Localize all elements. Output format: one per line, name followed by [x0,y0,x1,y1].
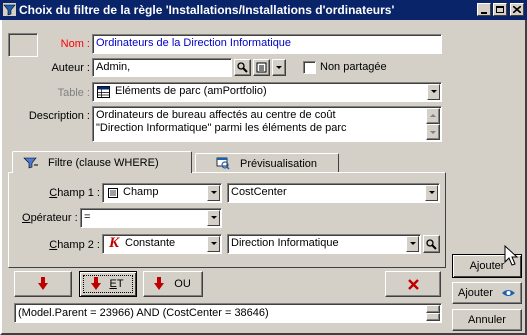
minimize-icon[interactable] [477,3,491,16]
chevron-down-icon[interactable] [427,84,440,100]
where-clause-text: (Model.Parent = 23966) AND (CostCenter =… [18,307,269,319]
chevron-down-icon[interactable] [425,185,438,201]
description-line-2: "Direction Informatique" parmi les éléme… [96,122,347,134]
title-bar[interactable]: Choix du filtre de la règle 'Installatio… [0,0,527,20]
close-icon[interactable] [510,3,524,16]
maximize-icon[interactable] [493,3,507,16]
tab-filter[interactable]: Filtre (clause WHERE) [12,151,192,173]
detail-icon[interactable] [253,59,270,76]
or-button-label: OU [174,278,191,290]
operator-value: = [84,211,91,223]
field2-label: Champ 2 : [49,239,100,251]
table-label: Table : [57,87,90,99]
field2-value: Direction Informatique [231,237,339,249]
insert-button[interactable] [14,271,72,297]
table-select[interactable]: Eléments de parc (amPortfolio) [92,82,442,102]
scroll-up-icon[interactable] [426,305,440,313]
down-arrow-icon [38,277,48,290]
chevron-down-icon[interactable] [207,185,220,201]
add-button-label: Ajouter [469,260,505,272]
description-label: Description : [28,110,90,122]
delete-x-icon [408,279,419,290]
where-clause-field[interactable]: (Model.Parent = 23966) AND (CostCenter =… [14,303,442,323]
field1-type-value: Champ [123,186,159,198]
field1-value-select[interactable]: CostCenter [227,183,440,203]
field1-label: Champ 1 : [49,187,100,199]
description-line-1: Ordinateurs de bureau affectés au centre… [96,109,336,121]
field-icon [108,188,118,198]
field2-type-value: Constante [125,237,176,249]
tab-preview-label: Prévisualisation [240,158,318,170]
operator-select[interactable]: = [80,208,222,228]
cancel-button[interactable]: Annuler [452,309,522,331]
constant-k-icon: K [109,235,120,251]
scroll-up-icon[interactable] [426,108,440,124]
tab-preview[interactable]: Prévisualisation [195,153,339,173]
down-arrow-icon [154,277,165,290]
scroll-down-icon[interactable] [426,313,440,321]
chevron-down-icon[interactable] [406,236,419,252]
table-value: Eléments de parc (amPortfolio) [115,85,267,97]
filter-icon [23,157,38,169]
field1-value: CostCenter [231,186,287,198]
not-shared-label: Non partagée [320,61,387,73]
cancel-button-label: Annuler [468,314,506,326]
preview-icon [216,157,230,170]
chevron-down-icon[interactable] [272,59,286,76]
or-button[interactable]: OU [143,271,203,297]
author-buttons [234,59,292,77]
mouse-cursor-icon [504,245,519,266]
window-title: Choix du filtre de la règle 'Installatio… [19,3,395,17]
field1-type-select[interactable]: Champ [102,183,222,203]
search-icon[interactable] [423,235,440,253]
chevron-down-icon[interactable] [207,236,220,252]
filter-window-icon [3,3,16,16]
author-input[interactable]: Admin, [92,58,232,77]
field2-type-select[interactable]: K Constante [102,234,222,254]
field2-value-select[interactable]: Direction Informatique [227,234,421,254]
view-icon [502,290,515,296]
scroll-down-icon[interactable] [426,124,440,140]
search-icon[interactable] [234,59,251,76]
table-icon [97,86,110,98]
not-shared-checkbox[interactable] [303,61,316,74]
chevron-down-icon[interactable] [207,210,220,226]
clear-button[interactable] [385,271,441,297]
name-label: Nom : [60,38,90,50]
author-label: Auteur : [51,62,90,74]
add-and-label: Ajouter [458,287,493,299]
and-button[interactable]: ET [79,271,137,297]
tab-filter-label: Filtre (clause WHERE) [48,157,159,169]
add-and-button[interactable]: Ajouter [452,282,522,304]
description-textarea[interactable]: Ordinateurs de bureau affectés au centre… [92,106,442,142]
name-input[interactable]: Ordinateurs de la Direction Informatique [92,34,442,54]
record-image-box[interactable] [8,33,38,57]
